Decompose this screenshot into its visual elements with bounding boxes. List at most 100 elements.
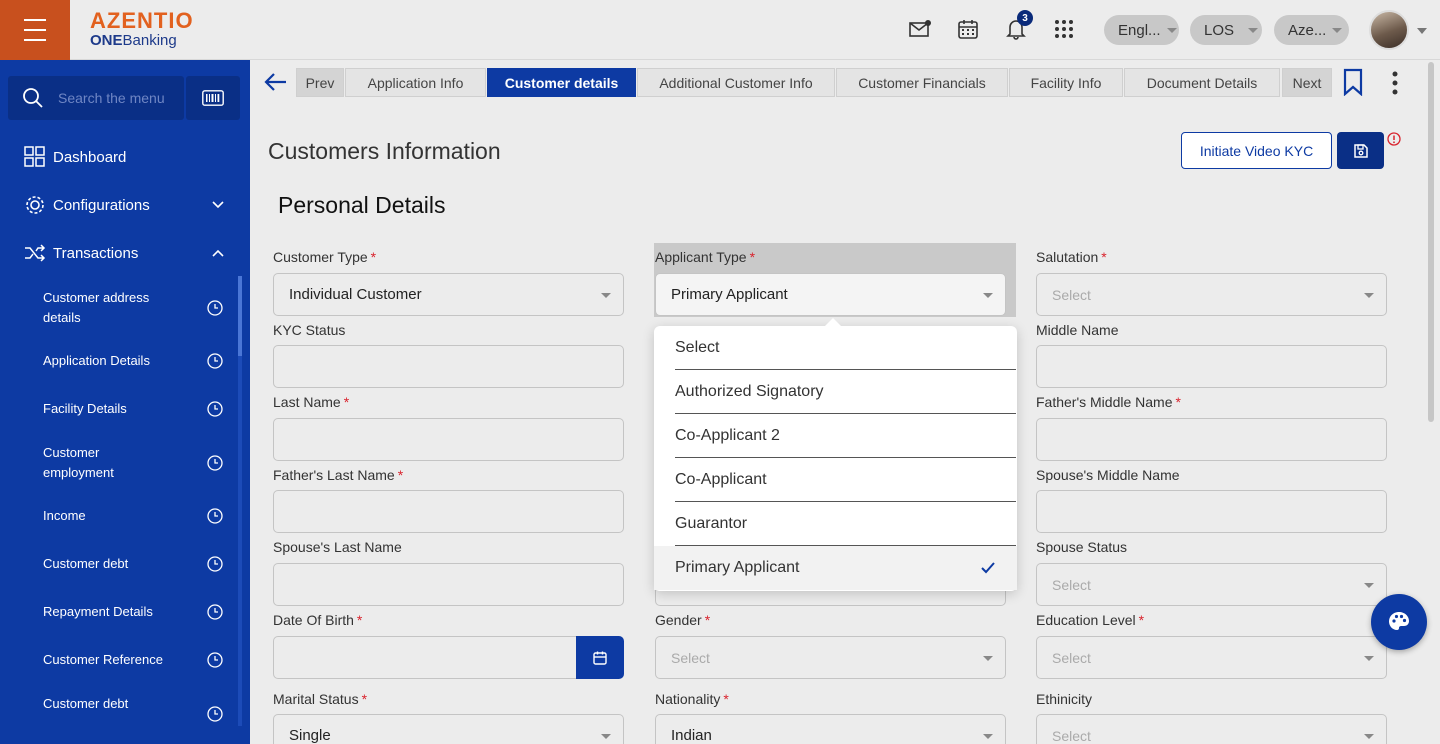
tab-facility-info[interactable]: Facility Info xyxy=(1009,68,1123,97)
fathers-middle-name-field[interactable] xyxy=(1036,418,1387,461)
field-label-text: Spouse's Last Name xyxy=(273,539,402,555)
field-label-text: Spouse Status xyxy=(1036,539,1128,555)
salutation-value: Select xyxy=(1052,286,1091,303)
spouses-middle-name-field[interactable] xyxy=(1036,490,1387,533)
sidebar-item-label: Transactions xyxy=(53,244,139,262)
dropdown-option-guarantor[interactable]: Guarantor xyxy=(675,502,1016,546)
sidebar-subitem-customer-debt-2[interactable]: Customer debt xyxy=(43,694,223,734)
spouse-status-select[interactable]: Select xyxy=(1036,563,1387,606)
tab-customer-financials[interactable]: Customer Financials xyxy=(836,68,1008,97)
sidebar-scrollbar-thumb[interactable] xyxy=(238,276,242,356)
sidebar-subitem-customer-employment[interactable]: Customer employment xyxy=(43,443,223,483)
theme-palette-button[interactable] xyxy=(1371,594,1427,650)
sidebar-subitem-label: Customer Reference xyxy=(43,652,163,667)
sidebar-subitem-customer-address-details[interactable]: Customer address details xyxy=(43,288,223,328)
calendar-icon[interactable] xyxy=(953,14,983,44)
menu-search-input[interactable] xyxy=(58,90,178,106)
chevron-down-icon xyxy=(601,292,611,298)
education-level-select[interactable]: Select xyxy=(1036,636,1387,679)
middle-name-field[interactable] xyxy=(1036,345,1387,388)
step-tabs: Prev Application Info Customer details A… xyxy=(250,60,1440,106)
hamburger-menu-button[interactable] xyxy=(0,0,70,60)
fathers-last-name-field[interactable] xyxy=(273,490,624,533)
field-label-text: Middle Name xyxy=(1036,322,1119,338)
page-scrollbar-thumb[interactable] xyxy=(1428,62,1434,422)
gender-label: Gender * xyxy=(655,612,710,628)
date-picker-button[interactable] xyxy=(576,636,624,679)
sidebar-subitem-label: Application Details xyxy=(43,353,150,368)
sidebar-subitem-label: Facility Details xyxy=(43,401,127,416)
dropdown-option-authorized-signatory[interactable]: Authorized Signatory xyxy=(675,370,1016,414)
tab-document-details[interactable]: Document Details xyxy=(1124,68,1280,97)
dropdown-option-co-applicant[interactable]: Co-Applicant xyxy=(675,458,1016,502)
barcode-scan-button[interactable] xyxy=(186,76,240,120)
sidebar-subitem-repayment-details[interactable]: Repayment Details xyxy=(43,602,223,622)
entity-selector[interactable]: Aze... xyxy=(1274,15,1349,45)
language-selector[interactable]: Engl... xyxy=(1104,15,1179,45)
marital-status-select[interactable]: Single xyxy=(273,714,624,744)
required-marker: * xyxy=(1175,394,1181,410)
clock-icon xyxy=(207,353,223,369)
field-label-text: Nationality xyxy=(655,691,721,707)
gender-select[interactable]: Select xyxy=(655,636,1006,679)
user-menu-caret-icon[interactable] xyxy=(1417,28,1427,34)
applicant-type-dropdown: Select Authorized Signatory Co-Applicant… xyxy=(654,326,1017,591)
more-options-icon[interactable] xyxy=(1390,70,1400,96)
initiate-video-kyc-button[interactable]: Initiate Video KYC xyxy=(1181,132,1332,169)
mail-icon[interactable] xyxy=(905,14,935,44)
tab-customer-details[interactable]: Customer details xyxy=(487,68,636,97)
apps-grid-icon[interactable] xyxy=(1049,14,1079,44)
tab-application-info[interactable]: Application Info xyxy=(345,68,486,97)
dropdown-option-co-applicant-2[interactable]: Co-Applicant 2 xyxy=(675,414,1016,458)
dropdown-option-primary-applicant[interactable]: Primary Applicant xyxy=(654,546,1017,590)
customer-type-select[interactable]: Individual Customer xyxy=(273,273,624,316)
sidebar-item-dashboard[interactable]: Dashboard xyxy=(24,146,224,168)
fathers-middle-name-label: Father's Middle Name * xyxy=(1036,394,1181,410)
save-icon xyxy=(1353,143,1368,158)
module-value: LOS xyxy=(1204,21,1235,39)
sidebar-subitem-application-details[interactable]: Application Details xyxy=(43,351,223,371)
bookmark-icon[interactable] xyxy=(1343,68,1363,96)
module-selector[interactable]: LOS xyxy=(1190,15,1262,45)
chevron-down-icon xyxy=(983,292,993,298)
sidebar-subitem-label: Customer debt xyxy=(43,556,129,571)
menu-search[interactable] xyxy=(8,76,184,120)
warning-icon[interactable] xyxy=(1387,132,1401,146)
dropdown-option-select[interactable]: Select xyxy=(675,326,1016,370)
nationality-select[interactable]: Indian xyxy=(655,714,1006,744)
spouse-status-value: Select xyxy=(1052,576,1091,593)
date-of-birth-field[interactable] xyxy=(273,636,577,679)
prev-tab-button[interactable]: Prev xyxy=(296,68,344,97)
dropdown-option-label: Authorized Signatory xyxy=(675,382,824,400)
sidebar-item-transactions[interactable]: Transactions xyxy=(24,242,224,264)
sidebar-subitem-customer-debt[interactable]: Customer debt xyxy=(43,554,223,574)
spouses-last-name-field[interactable] xyxy=(273,563,624,606)
salutation-select[interactable]: Select xyxy=(1036,273,1387,316)
field-label-text: KYC Status xyxy=(273,322,346,338)
education-level-label: Education Level * xyxy=(1036,612,1144,628)
user-avatar[interactable] xyxy=(1369,10,1409,50)
back-arrow-icon[interactable] xyxy=(264,72,288,92)
brand-name: AZENTIO xyxy=(90,8,194,33)
tab-additional-customer-info[interactable]: Additional Customer Info xyxy=(637,68,835,97)
kyc-status-field[interactable] xyxy=(273,345,624,388)
sidebar-subitem-label: Customer employment xyxy=(43,445,114,480)
page-title: Customers Information xyxy=(268,138,501,164)
clock-icon xyxy=(207,508,223,524)
applicant-type-value: Primary Applicant xyxy=(671,286,788,303)
applicant-type-select[interactable]: Primary Applicant xyxy=(655,273,1006,316)
save-button[interactable] xyxy=(1337,132,1384,169)
sidebar-subitem-customer-reference[interactable]: Customer Reference xyxy=(43,650,223,670)
search-icon xyxy=(23,88,43,108)
next-tab-button[interactable]: Next xyxy=(1282,68,1332,97)
clock-icon xyxy=(207,652,223,668)
ethnicity-select[interactable]: Select xyxy=(1036,714,1387,744)
sidebar-subitem-facility-details[interactable]: Facility Details xyxy=(43,399,223,419)
field-label-text: Father's Middle Name xyxy=(1036,394,1173,410)
sidebar-item-configurations[interactable]: Configurations xyxy=(24,194,224,216)
last-name-field[interactable] xyxy=(273,418,624,461)
dropdown-option-label: Primary Applicant xyxy=(675,559,800,576)
notification-bell-icon[interactable]: 3 xyxy=(1001,10,1033,44)
sidebar-subitem-income[interactable]: Income xyxy=(43,506,223,526)
middle-name-label: Middle Name xyxy=(1036,322,1118,338)
